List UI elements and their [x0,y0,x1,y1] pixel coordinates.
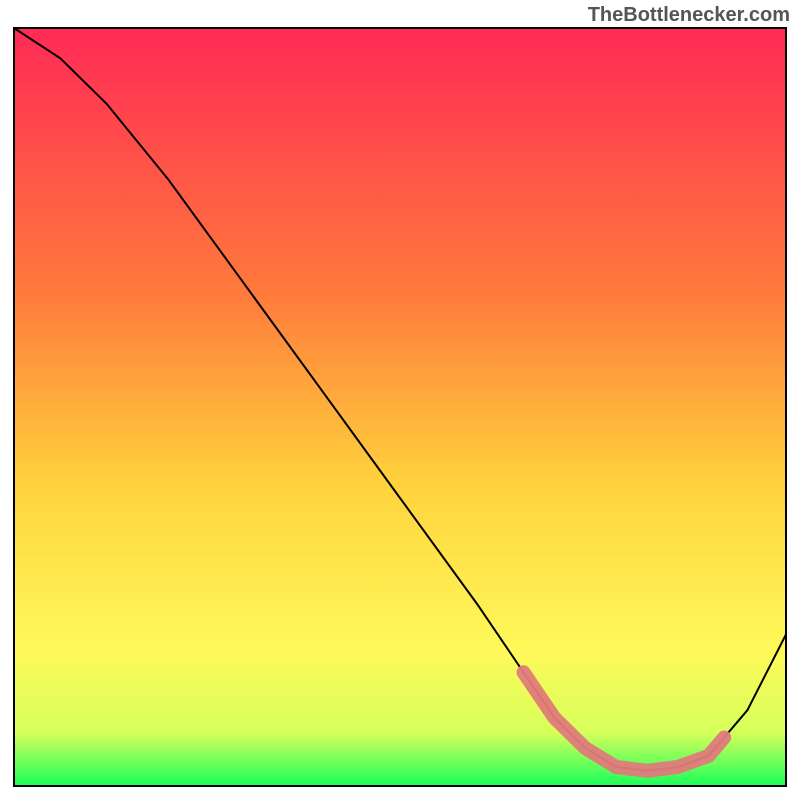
bottleneck-chart [0,0,800,800]
chart-background [14,28,786,786]
watermark-text: TheBottlenecker.com [588,4,790,27]
chart-container: TheBottlenecker.com [0,0,800,800]
